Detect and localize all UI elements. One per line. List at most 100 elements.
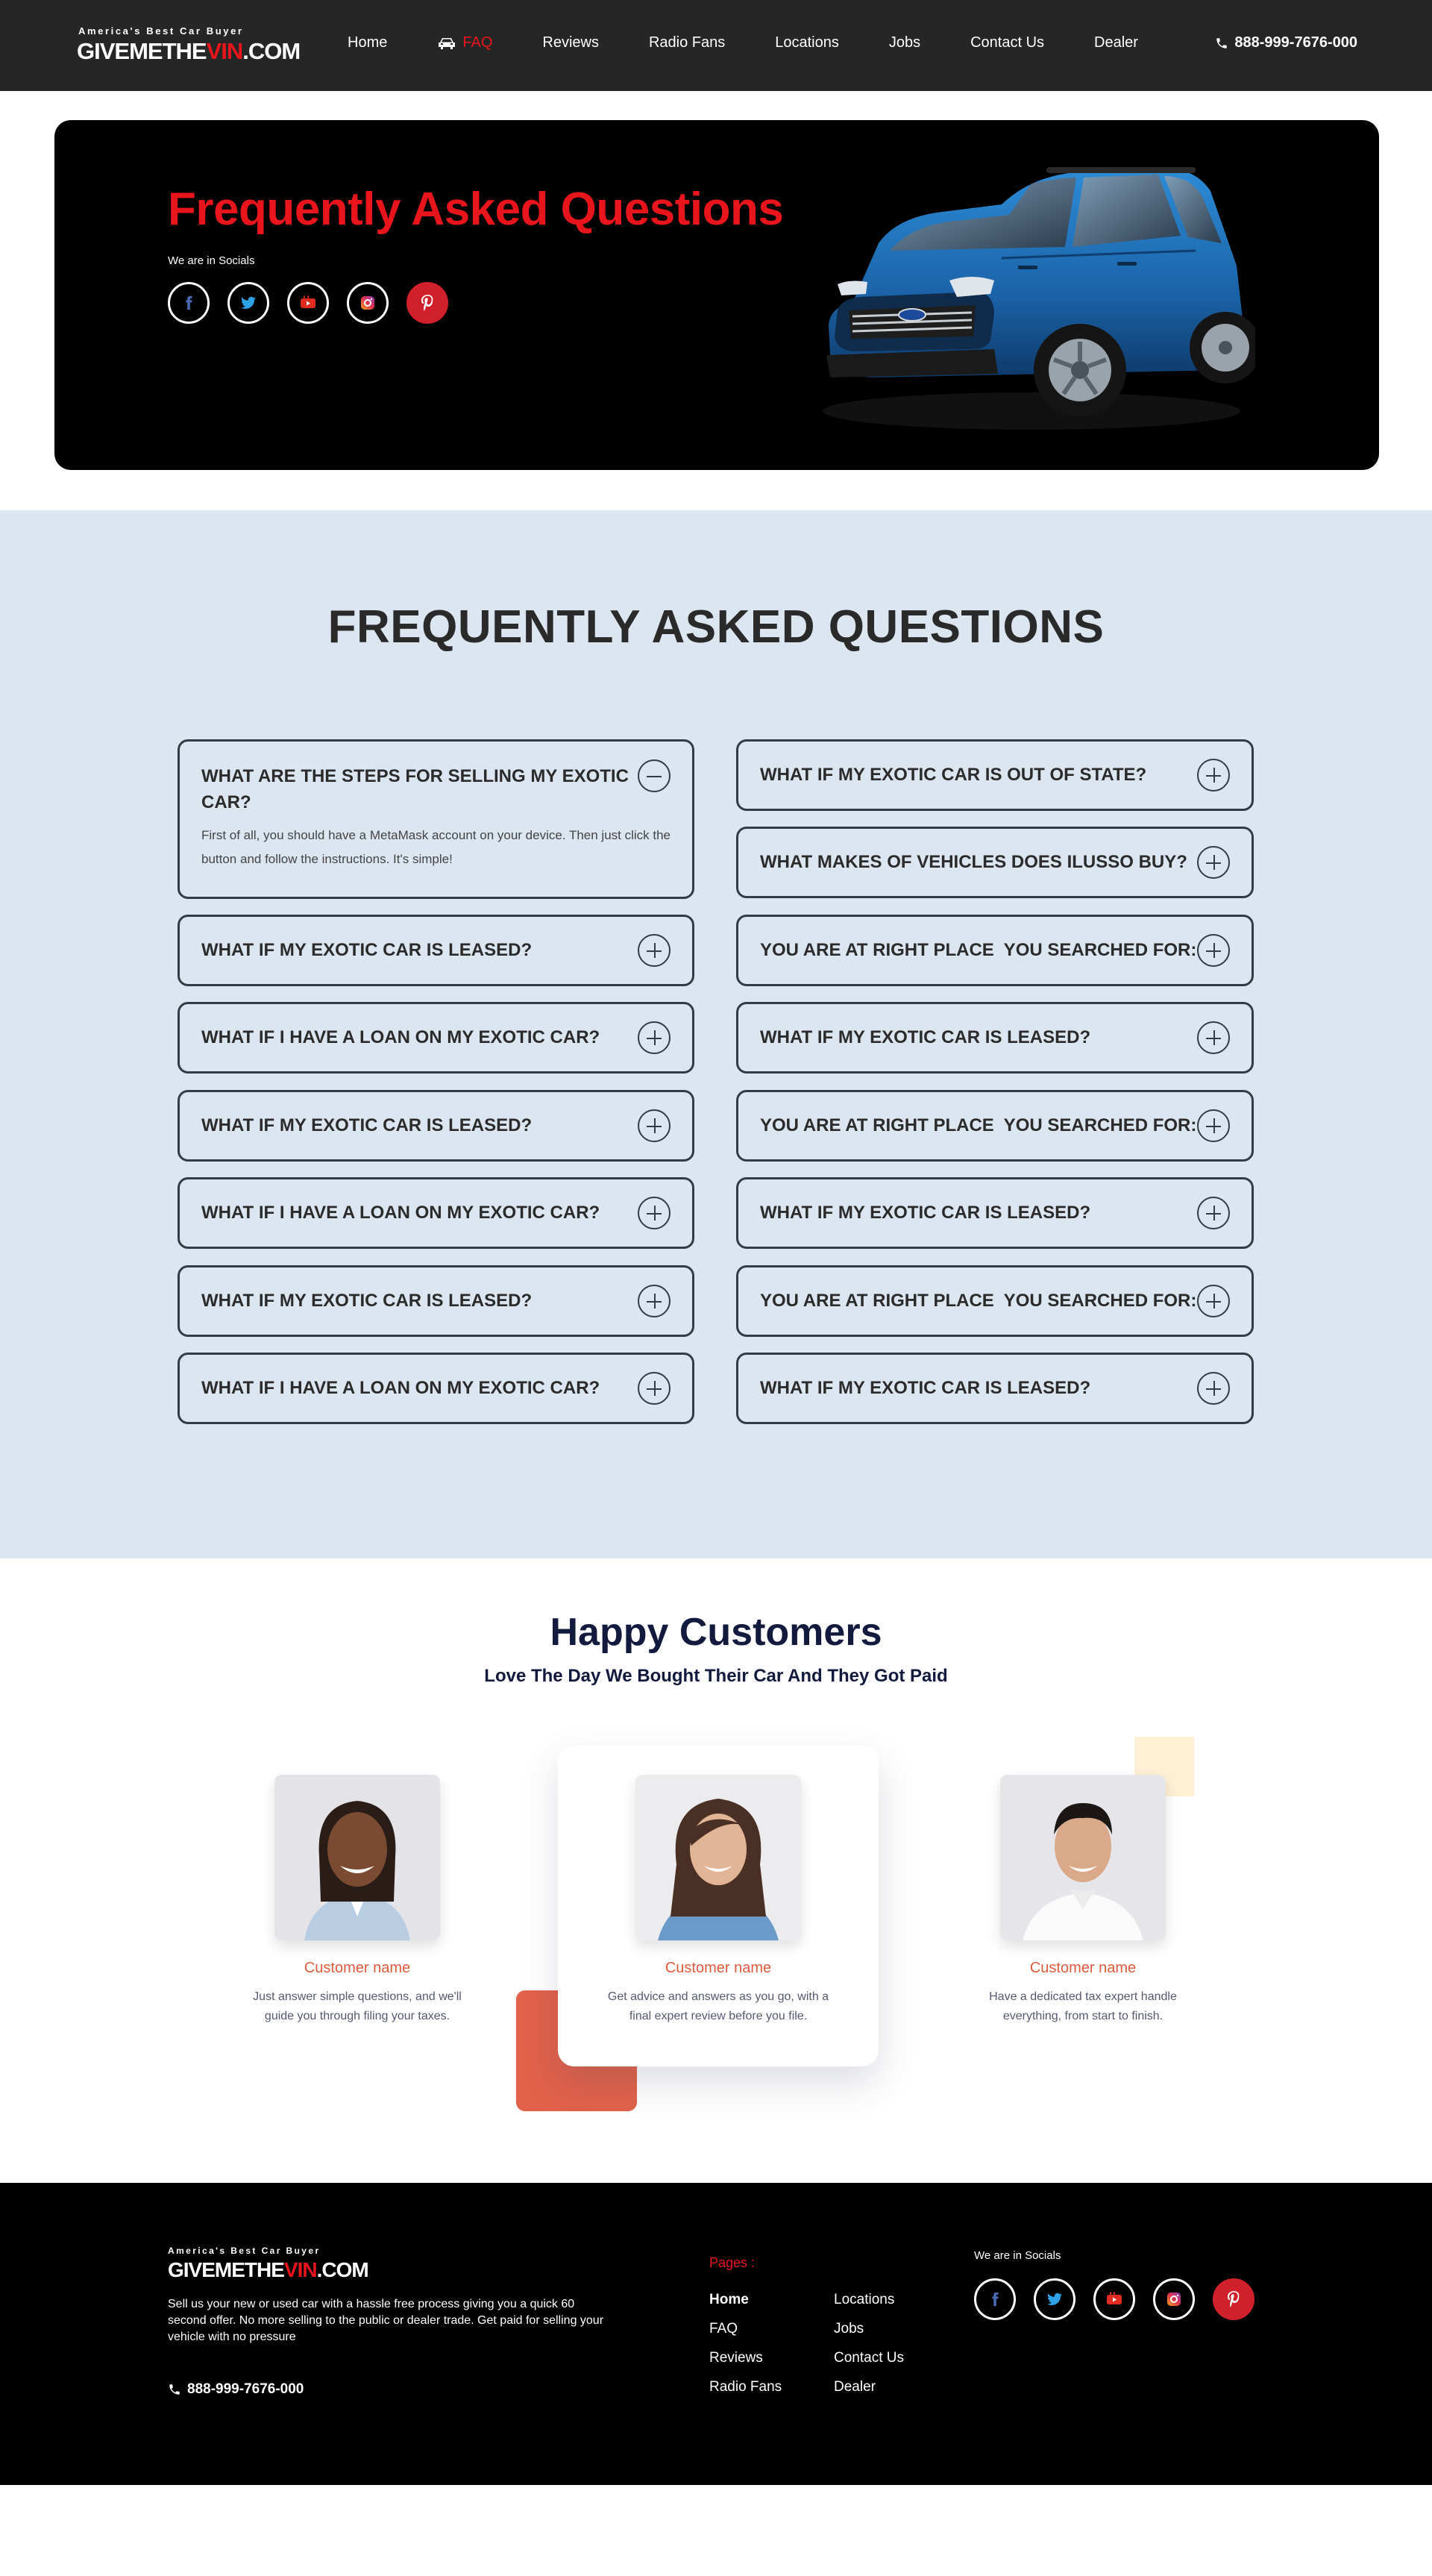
faq-question: WHAT MAKES OF VEHICLES DOES ILUSSO BUY? (760, 852, 1187, 872)
faq-item[interactable]: WHAT IF MY EXOTIC CAR IS LEASED? (736, 1002, 1254, 1074)
hero-socials-label: We are in Socials (168, 254, 255, 267)
faq-item[interactable]: WHAT IF MY EXOTIC CAR IS LEASED? (736, 1353, 1254, 1424)
faq-section-title: FREQUENTLY ASKED QUESTIONS (327, 601, 1105, 653)
faq-item[interactable]: YOU ARE AT RIGHT PLACE YOU SEARCHED FOR: (736, 1265, 1254, 1337)
faq-question: WHAT ARE THE STEPS FOR SELLING MY EXOTIC… (201, 766, 629, 812)
nav-reviews[interactable]: Reviews (542, 34, 599, 51)
faq-section: FREQUENTLY ASKED QUESTIONS WHAT ARE THE … (0, 510, 1432, 1558)
youtube-icon[interactable] (1093, 2278, 1135, 2320)
nav-faq[interactable]: FAQ (437, 34, 492, 51)
hero-banner: Frequently Asked Questions We are in Soc… (54, 120, 1379, 470)
footer-social-links (974, 2278, 1272, 2320)
footer-pages-col-1: Home FAQ Reviews Radio Fans (709, 2285, 782, 2401)
plus-circle-icon[interactable] (1197, 1021, 1230, 1054)
testimonial: Customer name Get advice and answers as … (554, 1775, 882, 2026)
minus-circle-icon[interactable] (638, 759, 671, 792)
pinterest-icon[interactable] (406, 282, 448, 324)
faq-item[interactable]: WHAT IF MY EXOTIC CAR IS OUT OF STATE? (736, 739, 1254, 811)
footer-link-faq[interactable]: FAQ (709, 2314, 782, 2343)
hero-title: Frequently Asked Questions (168, 184, 784, 235)
testimonial: Customer name Have a dedicated tax exper… (919, 1775, 1247, 2026)
customer-name: Customer name (304, 1960, 411, 1976)
twitter-icon[interactable] (227, 282, 269, 324)
plus-circle-icon[interactable] (638, 1109, 671, 1142)
plus-circle-icon[interactable] (1197, 1372, 1230, 1405)
site-logo[interactable]: America's Best Car Buyer GIVEMETHEVIN.CO… (77, 25, 301, 64)
faq-item[interactable]: WHAT MAKES OF VEHICLES DOES ILUSSO BUY? (736, 827, 1254, 898)
faq-answer: First of all, you should have a MetaMask… (201, 828, 671, 866)
footer-pages-label: Pages : (709, 2255, 756, 2270)
footer-link-radio-fans[interactable]: Radio Fans (709, 2372, 782, 2401)
footer-link-jobs[interactable]: Jobs (834, 2314, 904, 2343)
footer-logo-tagline: America's Best Car Buyer (168, 2246, 321, 2256)
footer-link-dealer[interactable]: Dealer (834, 2372, 904, 2401)
plus-circle-icon[interactable] (1197, 1197, 1230, 1229)
faq-question: YOU ARE AT RIGHT PLACE YOU SEARCHED FOR: (760, 940, 1197, 960)
plus-circle-icon[interactable] (1197, 759, 1230, 792)
faq-question: WHAT IF MY EXOTIC CAR IS LEASED? (201, 940, 533, 960)
site-footer: America's Best Car Buyer GIVEMETHEVIN.CO… (0, 2183, 1432, 2485)
faq-item[interactable]: WHAT IF MY EXOTIC CAR IS LEASED? (178, 1090, 694, 1162)
plus-circle-icon[interactable] (638, 1021, 671, 1054)
plus-circle-icon[interactable] (1197, 1109, 1230, 1142)
faq-item[interactable]: YOU ARE AT RIGHT PLACE YOU SEARCHED FOR: (736, 915, 1254, 986)
plus-circle-icon[interactable] (638, 1285, 671, 1317)
faq-item-open[interactable]: WHAT ARE THE STEPS FOR SELLING MY EXOTIC… (178, 739, 694, 899)
footer-socials-label: We are in Socials (974, 2249, 1061, 2262)
footer-link-home[interactable]: Home (709, 2285, 782, 2314)
nav-dealer[interactable]: Dealer (1094, 34, 1138, 51)
faq-question: YOU ARE AT RIGHT PLACE YOU SEARCHED FOR: (760, 1115, 1197, 1135)
phone-icon (169, 2384, 180, 2395)
customer-quote: Get advice and answers as you go, with a… (607, 1990, 829, 2022)
nav-jobs[interactable]: Jobs (889, 34, 920, 51)
customer-name: Customer name (665, 1960, 772, 1976)
facebook-icon[interactable] (974, 2278, 1016, 2320)
top-navbar: America's Best Car Buyer GIVEMETHEVIN.CO… (0, 0, 1432, 91)
plus-circle-icon[interactable] (638, 1372, 671, 1405)
plus-circle-icon[interactable] (1197, 1285, 1230, 1317)
faq-item[interactable]: WHAT IF I HAVE A LOAN ON MY EXOTIC CAR? (178, 1177, 694, 1249)
faq-question: WHAT IF MY EXOTIC CAR IS LEASED? (760, 1203, 1091, 1223)
customers-title: Happy Customers (550, 1611, 882, 1654)
logo-tagline: America's Best Car Buyer (78, 25, 244, 37)
phone-icon (1216, 37, 1228, 48)
logo-wordmark: GIVEMETHEVIN.COM (77, 38, 301, 64)
facebook-icon[interactable] (168, 282, 210, 324)
pinterest-icon[interactable] (1213, 2278, 1254, 2320)
footer-link-locations[interactable]: Locations (834, 2285, 904, 2314)
suv-image (823, 167, 1255, 430)
faq-question: WHAT IF MY EXOTIC CAR IS OUT OF STATE? (760, 765, 1147, 785)
faq-item[interactable]: WHAT IF I HAVE A LOAN ON MY EXOTIC CAR? (178, 1002, 694, 1074)
nav-contact-us[interactable]: Contact Us (970, 34, 1044, 51)
nav-radio-fans[interactable]: Radio Fans (649, 34, 725, 51)
faq-question: WHAT IF MY EXOTIC CAR IS LEASED? (201, 1115, 533, 1135)
footer-phone[interactable]: 888-999-7676-000 (168, 2381, 304, 2398)
faq-item[interactable]: WHAT IF I HAVE A LOAN ON MY EXOTIC CAR? (178, 1353, 694, 1424)
footer-logo[interactable]: America's Best Car Buyer GIVEMETHEVIN.CO… (168, 2246, 369, 2282)
faq-question: YOU ARE AT RIGHT PLACE YOU SEARCHED FOR: (760, 1291, 1197, 1311)
footer-logo-wordmark: GIVEMETHEVIN.COM (168, 2258, 369, 2281)
footer-link-reviews[interactable]: Reviews (709, 2343, 782, 2372)
faq-item[interactable]: YOU ARE AT RIGHT PLACE YOU SEARCHED FOR: (736, 1090, 1254, 1162)
nav-home[interactable]: Home (348, 34, 387, 51)
plus-circle-icon[interactable] (638, 1197, 671, 1229)
avatar (1000, 1775, 1166, 1940)
faq-question: WHAT IF MY EXOTIC CAR IS LEASED? (760, 1027, 1091, 1047)
plus-circle-icon[interactable] (1197, 846, 1230, 879)
twitter-icon[interactable] (1034, 2278, 1075, 2320)
faq-item[interactable]: WHAT IF MY EXOTIC CAR IS LEASED? (736, 1177, 1254, 1249)
plus-circle-icon[interactable] (1197, 934, 1230, 967)
customer-quote: Just answer simple questions, and we'll g… (253, 1990, 462, 2022)
nav-phone[interactable]: 888-999-7676-000 (1215, 34, 1357, 51)
customer-quote: Have a dedicated tax expert handle everyt… (989, 1990, 1177, 2022)
faq-item[interactable]: WHAT IF MY EXOTIC CAR IS LEASED? (178, 1265, 694, 1337)
nav-locations[interactable]: Locations (775, 34, 839, 51)
plus-circle-icon[interactable] (638, 934, 671, 967)
footer-pages-col-2: Locations Jobs Contact Us Dealer (834, 2285, 904, 2401)
footer-link-contact-us[interactable]: Contact Us (834, 2343, 904, 2372)
instagram-icon[interactable] (1153, 2278, 1195, 2320)
instagram-icon[interactable] (347, 282, 389, 324)
faq-item[interactable]: WHAT IF MY EXOTIC CAR IS LEASED? (178, 915, 694, 986)
faq-question: WHAT IF MY EXOTIC CAR IS LEASED? (201, 1291, 533, 1311)
youtube-icon[interactable] (287, 282, 329, 324)
